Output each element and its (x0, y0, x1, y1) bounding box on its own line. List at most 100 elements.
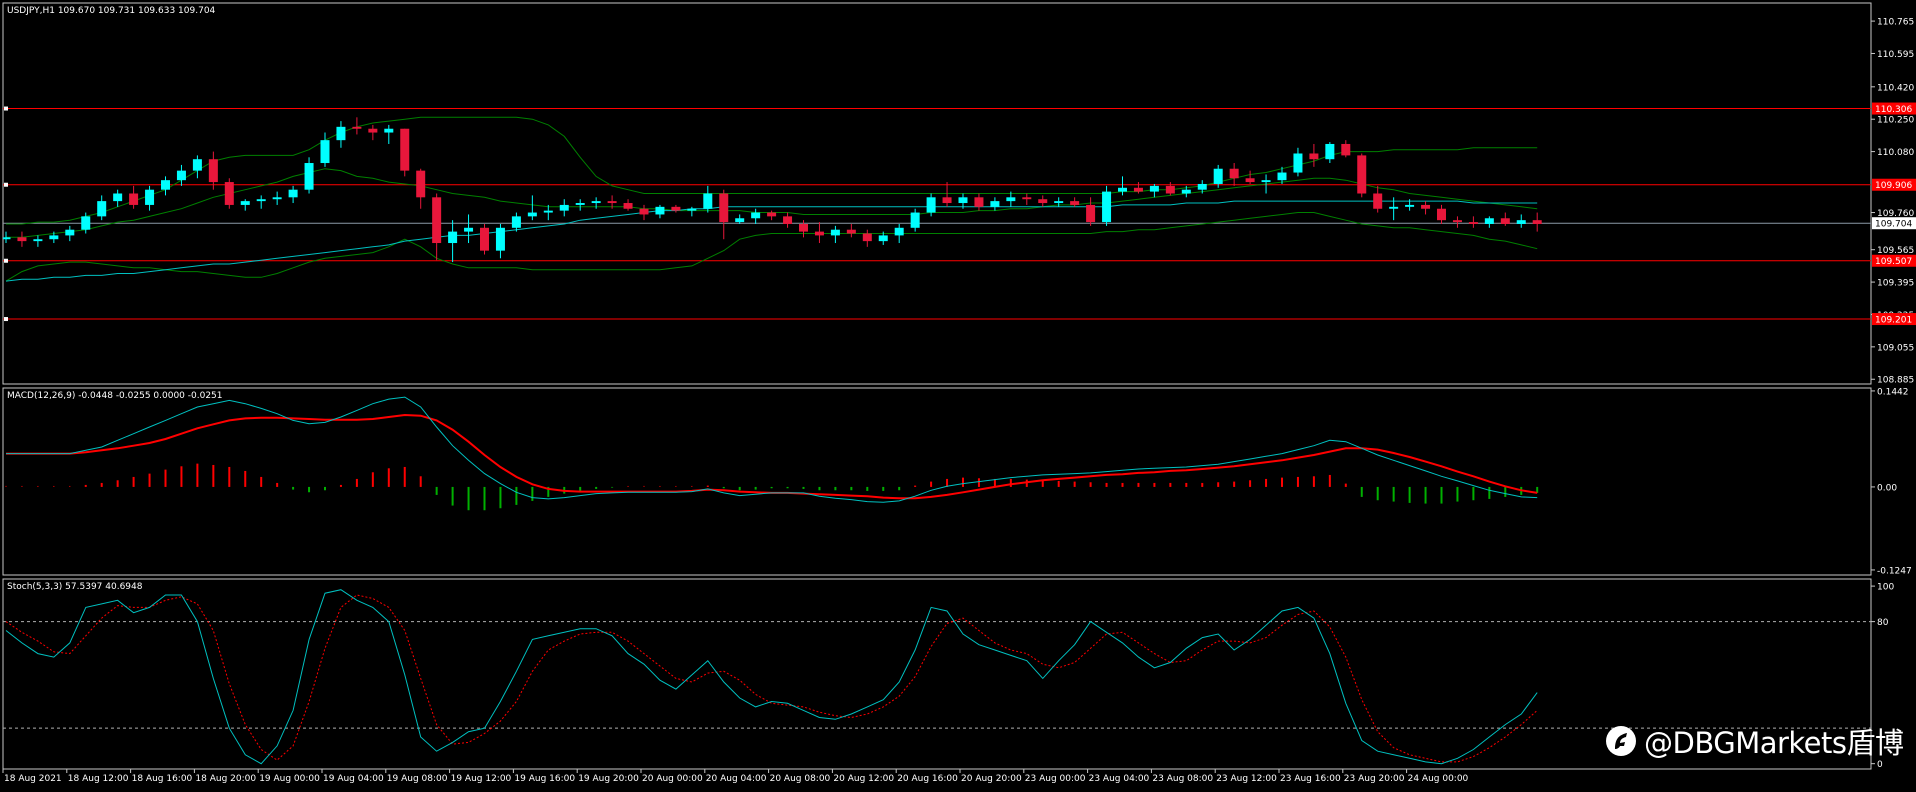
candle-body (1181, 189, 1191, 194)
x-tick-label: 23 Aug 00:00 (1025, 774, 1086, 784)
candle-body (926, 197, 936, 213)
candle-body (65, 229, 75, 236)
candle-body (400, 128, 410, 171)
candle-body (783, 216, 793, 224)
candle-body (543, 210, 553, 213)
candle-body (655, 206, 665, 215)
x-tick-label: 23 Aug 16:00 (1280, 774, 1341, 784)
candle-body (719, 193, 729, 223)
candle-body (1341, 143, 1351, 156)
candle-body (1149, 185, 1159, 192)
candle-body (33, 239, 43, 242)
y-tick-label: 100 (1877, 583, 1894, 593)
candle-body (1532, 220, 1542, 224)
candle-body (304, 163, 314, 190)
x-tick-label: 23 Aug 12:00 (1216, 774, 1277, 784)
candle-body (1102, 191, 1112, 223)
candle-body (1086, 204, 1096, 223)
candle-body (846, 229, 856, 234)
line-anchor-handle (4, 182, 8, 187)
candle-body (1261, 180, 1271, 183)
candle-body (799, 223, 808, 232)
candle-body (1500, 218, 1510, 224)
x-tick-label: 23 Aug 08:00 (1152, 774, 1213, 784)
candle-body (607, 201, 617, 204)
stoch-title: Stoch(5,3,3) 57.5397 40.6948 (7, 582, 143, 592)
candle-body (1022, 197, 1032, 200)
x-tick-label: 24 Aug 00:00 (1408, 774, 1469, 784)
candle-body (256, 199, 266, 202)
candle-body (1325, 143, 1335, 160)
candle-body (511, 216, 521, 228)
candle-body (1309, 153, 1319, 160)
candle-body (208, 159, 218, 183)
candle-body (1054, 201, 1064, 204)
y-tick-label: -0.1247 (1877, 566, 1912, 576)
macd-title: MACD(12,26,9) -0.0448 -0.0255 0.0000 -0.… (7, 391, 223, 401)
candle-body (1165, 185, 1175, 194)
x-tick-label: 18 Aug 2021 (4, 774, 62, 784)
watermark: @DBGMarkets盾博 (1604, 718, 1904, 764)
candle-body (336, 126, 346, 141)
x-tick-label: 19 Aug 20:00 (578, 774, 639, 784)
candle-body (1452, 220, 1462, 223)
candle-body (368, 128, 378, 133)
candle-body (575, 203, 585, 205)
candle-body (990, 201, 1000, 207)
candle-body (591, 201, 601, 204)
y-tick-label: 110.595 (1877, 50, 1914, 60)
candle-body (272, 197, 282, 200)
x-tick-label: 23 Aug 20:00 (1344, 774, 1405, 784)
candle-body (1070, 201, 1080, 205)
candle-body (352, 126, 362, 129)
candle-body (320, 140, 330, 164)
y-tick-label: 110.420 (1877, 83, 1914, 93)
candle-body (1229, 168, 1239, 179)
candle-body (671, 206, 681, 211)
candle-body (974, 197, 984, 207)
hline-price-label: 109.507 (1875, 257, 1912, 267)
line-anchor-handle (4, 106, 8, 111)
candle-body (1006, 197, 1016, 202)
x-tick-label: 20 Aug 16:00 (897, 774, 958, 784)
candle-body (814, 231, 824, 236)
candle-body (559, 204, 569, 211)
candle-body (1516, 220, 1526, 224)
candle-body (639, 208, 649, 215)
y-tick-label: 108.885 (1877, 376, 1914, 386)
candle-body (687, 208, 697, 211)
candle-body (81, 216, 91, 230)
candle-body (751, 212, 761, 219)
current-price-label: 109.704 (1875, 220, 1912, 230)
candle-body (910, 212, 920, 228)
line-anchor-handle (4, 317, 8, 322)
trading-chart[interactable]: 110.765 110.595 110.420 110.250 110.080 109.7… (0, 0, 1916, 788)
candle-body (1484, 218, 1494, 224)
x-tick-label: 19 Aug 00:00 (259, 774, 320, 784)
candle-body (1421, 204, 1431, 209)
y-tick-label: 110.765 (1877, 18, 1914, 28)
candle-body (480, 227, 489, 251)
hline-price-label: 109.906 (1875, 181, 1912, 191)
x-tick-label: 19 Aug 04:00 (323, 774, 384, 784)
candle-body (1133, 187, 1143, 192)
candle-body (495, 227, 505, 251)
candle-body (464, 227, 474, 232)
y-tick-label: 110.080 (1877, 148, 1914, 158)
y-tick-label: 80 (1877, 618, 1889, 628)
x-tick-label: 19 Aug 08:00 (387, 774, 448, 784)
candle-body (113, 193, 123, 202)
pane-3-frame (2, 578, 1872, 770)
candle-body (1038, 199, 1048, 204)
candle-body (176, 170, 186, 181)
candle-body (1293, 153, 1303, 173)
x-tick-label: 19 Aug 12:00 (451, 774, 512, 784)
dbg-logo-icon (1606, 726, 1636, 756)
candle-body (224, 182, 234, 205)
candle-body (830, 229, 840, 236)
x-tick-label: 20 Aug 00:00 (642, 774, 703, 784)
candle-body (384, 128, 394, 133)
x-tick-label: 20 Aug 20:00 (961, 774, 1022, 784)
candle-body (448, 231, 458, 244)
watermark-text: @DBGMarkets盾博 (1644, 726, 1904, 760)
